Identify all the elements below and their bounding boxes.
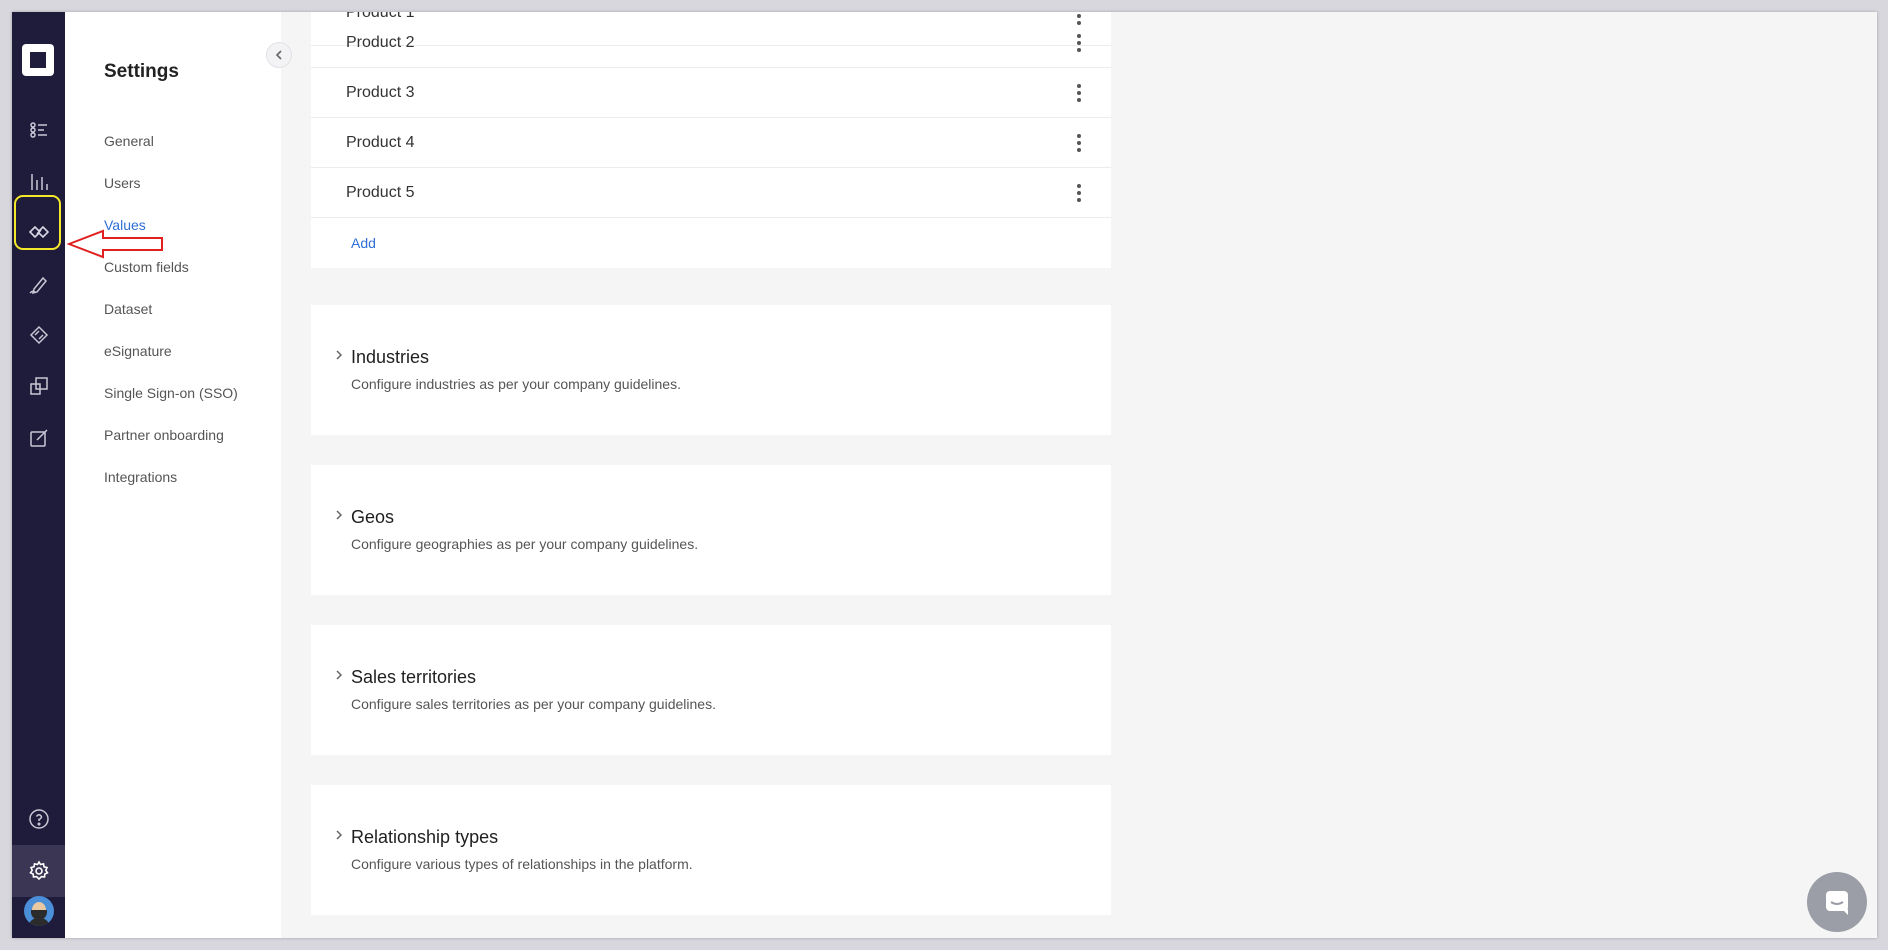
icon-rail [12,12,65,938]
settings-icon[interactable] [12,845,65,897]
chevron-right-icon [336,350,343,360]
section-title: Industries [351,347,430,367]
chat-support-button[interactable] [1807,872,1867,932]
table-row[interactable]: Product 4 [311,118,1111,168]
annotation-arrow-icon [67,229,163,259]
table-row[interactable]: Product 5 [311,168,1111,218]
nav-item-dataset[interactable]: Dataset [104,301,152,317]
more-options-icon[interactable] [1069,178,1089,208]
add-product-link[interactable]: Add [351,235,376,251]
pen-icon[interactable] [12,262,65,306]
chevron-right-icon [336,510,343,520]
app-window: Settings General Users Values Custom fie… [12,12,1877,938]
nav-item-partner-onboarding[interactable]: Partner onboarding [104,427,224,443]
chevron-right-icon [336,830,343,840]
chevron-right-icon [336,670,343,680]
section-title: Geos [351,507,395,527]
product-list-card: Product 1 Product 2 Product 3 Product 4 … [311,12,1111,268]
nav-item-esignature[interactable]: eSignature [104,343,172,359]
table-row[interactable]: Product 2 [311,18,1111,68]
nav-item-users[interactable]: Users [104,175,141,191]
table-row[interactable]: Product 3 [311,68,1111,118]
logo-icon[interactable] [22,44,54,76]
tasks-icon[interactable] [12,108,65,152]
more-options-icon[interactable] [1069,78,1089,108]
help-icon[interactable] [12,797,65,841]
nav-item-sso[interactable]: Single Sign-on (SSO) [104,385,238,401]
more-options-icon[interactable] [1069,28,1089,58]
section-geos[interactable]: Geos Configure geographies as per your c… [311,465,1111,595]
nav-item-custom-fields[interactable]: Custom fields [104,259,189,275]
collapse-sidebar-button[interactable] [266,42,292,68]
section-title: Sales territories [351,667,477,687]
section-sales-territories[interactable]: Sales territories Configure sales territ… [311,625,1111,755]
section-description: Configure geographies as per your compan… [351,536,699,552]
more-options-icon[interactable] [1069,128,1089,158]
handshake-partners-icon[interactable] [12,210,65,254]
section-title: Relationship types [351,827,499,847]
section-description: Configure various types of relationships… [351,856,693,872]
section-description: Configure sales territories as per your … [351,696,716,712]
sidenav-title: Settings [104,61,179,82]
chevron-left-icon [275,50,282,60]
settings-sidenav: Settings General Users Values Custom fie… [65,12,281,938]
main-content: Product 1 Product 2 Product 3 Product 4 … [281,12,1877,938]
edit-icon[interactable] [12,416,65,460]
product-name: Product 5 [346,183,415,201]
chat-icon [1826,891,1848,915]
nav-item-integrations[interactable]: Integrations [104,469,177,485]
product-name: Product 4 [346,133,415,151]
section-relationship-types[interactable]: Relationship types Configure various typ… [311,785,1111,915]
product-name: Product 3 [346,83,415,101]
section-description: Configure industries as per your company… [351,376,681,392]
documents-icon[interactable] [12,364,65,408]
deal-icon[interactable] [12,313,65,357]
nav-item-general[interactable]: General [104,133,154,149]
product-name: Product 2 [346,33,415,51]
section-industries[interactable]: Industries Configure industries as per y… [311,305,1111,435]
avatar[interactable] [24,896,54,926]
